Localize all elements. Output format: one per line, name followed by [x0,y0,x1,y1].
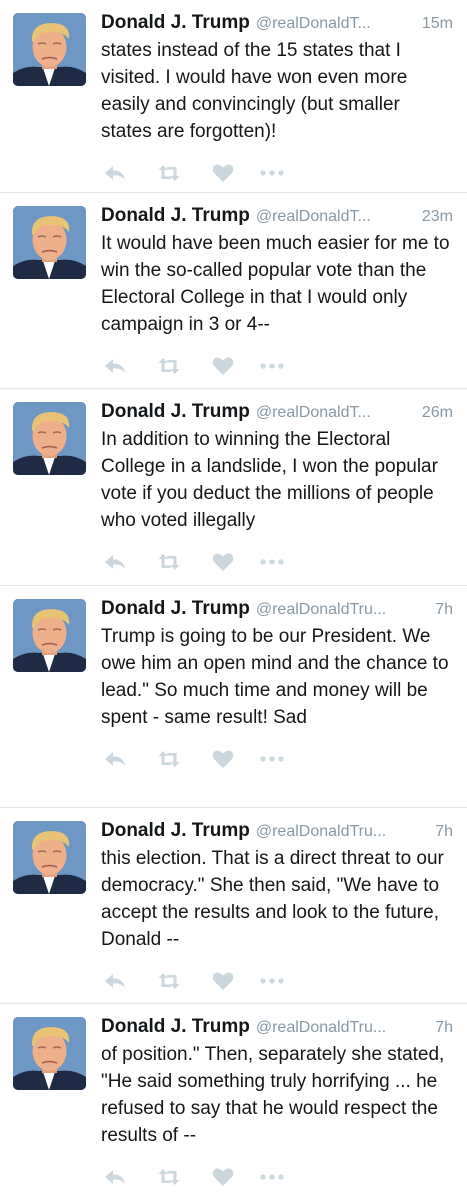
retweet-icon[interactable] [157,164,181,182]
author-handle[interactable]: @realDonaldT... [256,400,414,426]
more-icon[interactable] [260,559,284,565]
retweet-icon[interactable] [157,1168,181,1186]
retweet-icon[interactable] [157,972,181,990]
reply-icon[interactable] [104,553,126,571]
retweet-icon[interactable] [157,750,181,768]
profile-photo-icon [13,13,86,86]
more-icon[interactable] [260,978,284,984]
reply-icon[interactable] [104,1168,126,1186]
profile-photo-icon [13,599,86,672]
reply-icon[interactable] [104,164,126,182]
avatar[interactable] [13,206,86,279]
avatar[interactable] [13,1017,86,1090]
author-name[interactable]: Donald J. Trump [101,596,250,622]
more-icon[interactable] [260,363,284,369]
tweet[interactable]: Donald J. Trump @realDonaldT... 15m stat… [0,0,467,193]
tweet[interactable]: Donald J. Trump @realDonaldTru... 7h Tru… [0,586,467,808]
more-icon[interactable] [260,1174,284,1180]
tweet[interactable]: Donald J. Trump @realDonaldTru... 7h thi… [0,808,467,1004]
author-name[interactable]: Donald J. Trump [101,1014,250,1040]
avatar[interactable] [13,13,86,86]
profile-photo-icon [13,402,86,475]
tweet-actions [101,744,453,774]
tweet-header: Donald J. Trump @realDonaldTru... 7h [101,1014,453,1040]
author-handle[interactable]: @realDonaldTru... [256,597,427,623]
tweet-header: Donald J. Trump @realDonaldTru... 7h [101,596,453,622]
profile-photo-icon [13,206,86,279]
tweet-actions [101,1162,453,1192]
heart-icon[interactable] [212,749,234,769]
tweet-header: Donald J. Trump @realDonaldT... 26m [101,399,453,425]
heart-icon[interactable] [212,163,234,183]
heart-icon[interactable] [212,552,234,572]
more-icon[interactable] [260,756,284,762]
tweet-text: states instead of the 15 states that I v… [101,40,408,142]
tweet[interactable]: Donald J. Trump @realDonaldT... 23m It w… [0,193,467,389]
tweet-actions [101,158,453,188]
author-handle[interactable]: @realDonaldT... [256,11,414,37]
tweet-text: In addition to winning the Electoral Col… [101,429,438,531]
author-handle[interactable]: @realDonaldTru... [256,819,427,845]
tweet-actions [101,351,453,381]
avatar[interactable] [13,402,86,475]
tweet-text: It would have been much easier for me to… [101,233,450,335]
tweet-actions [101,547,453,577]
tweet-time[interactable]: 15m [422,11,453,37]
tweet-text: of position." Then, separately she state… [101,1044,445,1146]
author-handle[interactable]: @realDonaldT... [256,204,414,230]
author-name[interactable]: Donald J. Trump [101,818,250,844]
reply-icon[interactable] [104,972,126,990]
author-handle[interactable]: @realDonaldTru... [256,1015,427,1041]
tweet-actions [101,966,453,996]
more-icon[interactable] [260,170,284,176]
tweet-time[interactable]: 7h [435,1015,453,1041]
tweet-time[interactable]: 7h [435,597,453,623]
heart-icon[interactable] [212,356,234,376]
author-name[interactable]: Donald J. Trump [101,399,250,425]
heart-icon[interactable] [212,971,234,991]
author-name[interactable]: Donald J. Trump [101,10,250,36]
author-name[interactable]: Donald J. Trump [101,203,250,229]
reply-icon[interactable] [104,750,126,768]
tweet-text: this election. That is a direct threat t… [101,848,444,950]
avatar[interactable] [13,821,86,894]
tweet-feed: Donald J. Trump @realDonaldT... 15m stat… [0,0,467,1200]
tweet-text: Trump is going to be our President. We o… [101,626,449,728]
heart-icon[interactable] [212,1167,234,1187]
tweet-header: Donald J. Trump @realDonaldTru... 7h [101,818,453,844]
reply-icon[interactable] [104,357,126,375]
tweet-header: Donald J. Trump @realDonaldT... 23m [101,203,453,229]
retweet-icon[interactable] [157,553,181,571]
retweet-icon[interactable] [157,357,181,375]
tweet[interactable]: Donald J. Trump @realDonaldT... 26m In a… [0,389,467,586]
profile-photo-icon [13,1017,86,1090]
profile-photo-icon [13,821,86,894]
avatar[interactable] [13,599,86,672]
tweet-time[interactable]: 26m [422,400,453,426]
tweet-time[interactable]: 7h [435,819,453,845]
tweet-header: Donald J. Trump @realDonaldT... 15m [101,10,453,36]
tweet[interactable]: Donald J. Trump @realDonaldTru... 7h of … [0,1004,467,1200]
tweet-time[interactable]: 23m [422,204,453,230]
